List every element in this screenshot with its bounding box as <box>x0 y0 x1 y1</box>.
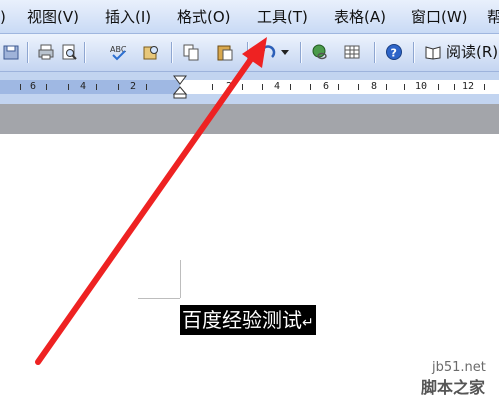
menu-table[interactable]: 表格(A) <box>334 7 386 27</box>
ruler-tick <box>290 84 291 90</box>
undo-icon[interactable] <box>256 41 278 63</box>
spelling-icon[interactable]: ABC <box>108 41 130 63</box>
ruler-tick <box>20 84 21 90</box>
selected-document-text[interactable]: 百度经验测试↵ <box>180 305 316 335</box>
menu-item-partial[interactable]: ) <box>0 7 6 27</box>
menu-window[interactable]: 窗口(W) <box>411 7 468 27</box>
ruler-tick <box>146 84 147 90</box>
ruler-label: 10 <box>415 81 428 92</box>
selected-text-content: 百度经验测试 <box>182 308 302 332</box>
ruler-tick <box>438 84 439 90</box>
ruler-tick <box>242 84 243 90</box>
toolbar-separator <box>374 42 376 63</box>
ruler-tick <box>358 84 359 90</box>
ruler-tick <box>454 84 455 90</box>
ruler-tick <box>386 84 387 90</box>
print-preview-icon[interactable] <box>58 41 80 63</box>
text-boundary-corner-vertical <box>180 260 181 298</box>
text-boundary-corner-horizontal <box>138 298 180 299</box>
ruler-label: 6 <box>323 81 330 92</box>
ruler-tick <box>404 84 405 90</box>
ruler-left-margin <box>0 80 180 94</box>
document-page[interactable] <box>0 134 499 404</box>
ruler-label: 4 <box>274 81 281 92</box>
menu-view[interactable]: 视图(V) <box>27 7 79 27</box>
horizontal-ruler[interactable]: 6 4 2 2 4 6 8 10 12 <box>0 72 499 104</box>
toolbar-separator <box>84 42 86 63</box>
ruler-tick <box>310 84 311 90</box>
ruler-label: 6 <box>30 81 37 92</box>
watermark-name: 脚本之家 <box>421 378 486 397</box>
menu-insert[interactable]: 插入(I) <box>105 7 151 27</box>
menu-format[interactable]: 格式(O) <box>177 7 231 27</box>
research-icon[interactable] <box>140 41 162 63</box>
ruler-tick <box>118 84 119 90</box>
indent-marker-icon[interactable] <box>173 75 187 99</box>
menu-tools[interactable]: 工具(T) <box>257 7 308 27</box>
ruler-label: 4 <box>80 81 87 92</box>
svg-text:?: ? <box>391 47 397 60</box>
ruler-tick <box>262 84 263 90</box>
ruler-label: 12 <box>462 81 475 92</box>
toolbar-separator <box>413 42 415 63</box>
menu-help-partial[interactable]: 帮 <box>487 7 499 27</box>
ruler-tick <box>484 84 485 90</box>
toolbar-separator <box>27 42 29 63</box>
ruler-label: 2 <box>130 81 137 92</box>
hyperlink-icon[interactable] <box>309 41 331 63</box>
toolbar-separator <box>300 42 302 63</box>
ruler-tick <box>68 84 69 90</box>
watermark-site: jb51.net <box>432 360 486 375</box>
read-mode-button-label[interactable]: 阅读(R) <box>446 42 498 62</box>
ruler-tick <box>46 84 47 90</box>
toolbar-separator <box>247 42 249 63</box>
ruler-tick <box>96 84 97 90</box>
ruler-label: 2 <box>226 81 233 92</box>
menu-bar: ) 视图(V) 插入(I) 格式(O) 工具(T) 表格(A) 窗口(W) 帮 <box>0 0 499 34</box>
copy-icon[interactable] <box>180 41 202 63</box>
help-icon[interactable]: ? <box>383 41 405 63</box>
paragraph-mark-icon: ↵ <box>302 315 314 331</box>
standard-toolbar: ABC ? 阅读(R) <box>0 34 499 72</box>
paste-icon[interactable] <box>214 41 236 63</box>
toolbar-separator <box>171 42 173 63</box>
print-icon[interactable] <box>35 41 57 63</box>
dropdown-arrow-icon[interactable] <box>278 41 292 63</box>
read-icon[interactable] <box>422 41 444 63</box>
ruler-tick <box>212 84 213 90</box>
table-icon[interactable] <box>341 41 363 63</box>
save-icon[interactable] <box>0 41 22 63</box>
ruler-label: 8 <box>371 81 378 92</box>
page-top-gray-area <box>0 104 499 134</box>
ruler-tick <box>338 84 339 90</box>
